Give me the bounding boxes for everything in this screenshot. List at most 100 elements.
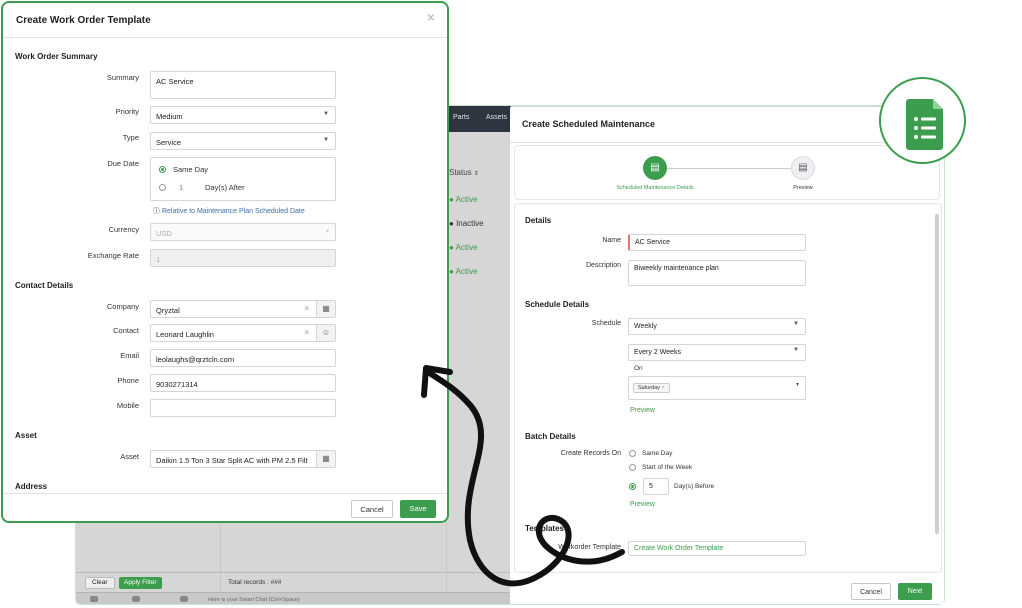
building-icon[interactable]: ▦ — [316, 301, 335, 317]
company-value: Qryztal — [156, 306, 180, 315]
clear-icon[interactable]: × — [304, 328, 309, 337]
status-text: Active — [455, 267, 478, 276]
summary-field[interactable]: AC Service — [150, 71, 336, 99]
person-icon[interactable]: ☺ — [316, 325, 335, 341]
email-label: Email — [120, 351, 139, 360]
document-badge — [879, 77, 966, 164]
due-date-label: Due Date — [107, 159, 139, 168]
step-connector — [667, 168, 791, 169]
start-of-week-radio[interactable] — [629, 464, 636, 471]
document-icon[interactable]: ▤ — [643, 156, 667, 180]
start-of-week-label: Start of the Week — [642, 464, 693, 471]
asset-value: Daikin 1.5 Ton 3 Star Split AC with PM 2… — [156, 456, 308, 465]
preview-link[interactable]: Preview — [630, 501, 655, 508]
details-form: Details Name AC Service Description Biwe… — [514, 203, 942, 573]
asset-lookup[interactable]: Daikin 1.5 Ton 3 Star Split AC with PM 2… — [150, 450, 336, 468]
exchange-rate-field[interactable]: 1 — [150, 249, 336, 267]
days-before-label: Day(s) Before — [674, 483, 715, 490]
chat-icon[interactable] — [90, 596, 98, 602]
same-day-label: Same Day — [642, 450, 673, 457]
close-icon[interactable]: ✕ — [427, 13, 435, 24]
days-after-radio[interactable] — [159, 184, 166, 191]
day-chip[interactable]: Saturday × — [633, 383, 670, 393]
save-button[interactable]: Save — [400, 500, 436, 518]
chevron-down-icon: ▼ — [793, 347, 799, 353]
filter-bar: Clear Apply Filter Total records : ### — [76, 572, 511, 592]
contact-label: Contact — [113, 326, 139, 335]
exchange-rate-label: Exchange Rate — [87, 251, 139, 260]
modal-header: Create Work Order Template ✕ — [3, 3, 447, 38]
days-before-radio[interactable] — [629, 483, 636, 490]
chevron-down-icon: ▾ — [795, 382, 799, 388]
smart-chat-bar: Here is your Smart Chat (Ctrl+Space) — [76, 592, 511, 604]
grid-icon[interactable]: ▦ — [316, 451, 335, 467]
section-title: Contact Details — [15, 281, 74, 290]
priority-select[interactable]: Medium ▼ — [150, 106, 336, 124]
chevron-down-icon: ▼ — [323, 137, 329, 143]
chevron-down-icon: ▼ — [323, 111, 329, 117]
section-title: Batch Details — [525, 432, 576, 441]
section-title: Work Order Summary — [15, 52, 98, 61]
name-label: Name — [602, 237, 621, 244]
clear-button[interactable]: Clear — [85, 577, 115, 589]
frequency-select[interactable]: Every 2 Weeks ▼ — [628, 344, 806, 361]
form-document-icon — [906, 99, 943, 150]
contact-lookup[interactable]: Leonard Laughlin × ☺ — [150, 324, 336, 342]
contacts-icon[interactable] — [180, 596, 188, 602]
days-multiselect[interactable]: Saturday × ▾ — [628, 376, 806, 400]
due-date-group: Same Day 1 Day(s) After — [150, 157, 336, 201]
preview-icon[interactable]: ▤ — [791, 156, 815, 180]
apply-filter-button[interactable]: Apply Filter — [119, 577, 162, 589]
status-cell: ● Active — [449, 195, 478, 204]
days-after-label: Day(s) After — [205, 183, 245, 192]
chip-label: Saturday — [638, 385, 661, 391]
same-day-radio[interactable] — [159, 166, 166, 173]
days-after-input[interactable]: 1 — [179, 183, 183, 192]
cancel-button[interactable]: Cancel — [351, 500, 393, 518]
clear-icon[interactable]: × — [304, 304, 309, 313]
nav-assets[interactable]: Assets — [486, 114, 507, 121]
asset-label: Asset — [120, 452, 139, 461]
currency-select[interactable]: USD ▾ — [150, 223, 336, 241]
channels-icon[interactable] — [132, 596, 140, 602]
phone-field[interactable]: 9030271314 — [150, 374, 336, 392]
days-before-input[interactable]: 5 — [643, 478, 669, 495]
name-field[interactable]: AC Service — [628, 234, 806, 251]
on-label: On — [634, 365, 643, 372]
company-lookup[interactable]: Qryztal × ▦ — [150, 300, 336, 318]
schedule-label: Schedule — [591, 320, 621, 327]
status-text: Active — [455, 243, 478, 252]
work-order-template-modal: Create Work Order Template ✕ Work Order … — [1, 1, 449, 523]
chevron-down-icon: ▼ — [793, 321, 799, 327]
status-header-label: Status — [449, 168, 472, 177]
workorder-template-link[interactable]: Create Work Order Template — [628, 541, 806, 556]
schedule-select[interactable]: Weekly ▼ — [628, 318, 806, 335]
same-day-label: Same Day — [173, 165, 209, 174]
contact-value: Leonard Laughlin — [156, 330, 214, 339]
info-icon: ⓘ — [153, 208, 160, 215]
scrollbar[interactable] — [935, 214, 939, 534]
stepper: ▤ ▤ Scheduled Maintenance Details Previe… — [514, 145, 940, 200]
scheduled-maintenance-panel: Create Scheduled Maintenance ▤ ▤ Schedul… — [510, 107, 944, 604]
create-records-label: Create Records On — [560, 450, 621, 457]
nav-parts[interactable]: Parts — [453, 114, 469, 121]
smart-chat-input[interactable]: Here is your Smart Chat (Ctrl+Space) — [208, 597, 300, 603]
modal-title: Create Work Order Template — [16, 15, 151, 26]
priority-label: Priority — [115, 107, 139, 116]
schedule-value: Weekly — [634, 323, 657, 330]
cancel-button[interactable]: Cancel — [851, 583, 891, 600]
email-field[interactable]: leolaughs@qrztcln.com — [150, 349, 336, 367]
type-select[interactable]: Service ▼ — [150, 132, 336, 150]
status-cell: ● Active — [449, 267, 478, 276]
mobile-field[interactable] — [150, 399, 336, 417]
next-button[interactable]: Next — [898, 583, 932, 600]
preview-link[interactable]: Preview — [630, 407, 655, 414]
description-field[interactable]: Biweekly maintenance plan — [628, 260, 806, 286]
status-column-header[interactable]: Status ⇕ — [449, 168, 479, 177]
type-value: Service — [156, 138, 182, 147]
section-title: Address — [15, 482, 48, 491]
step-label: Preview — [793, 185, 813, 191]
remove-chip-icon[interactable]: × — [662, 385, 665, 391]
status-text: Inactive — [456, 219, 484, 228]
same-day-radio[interactable] — [629, 450, 636, 457]
